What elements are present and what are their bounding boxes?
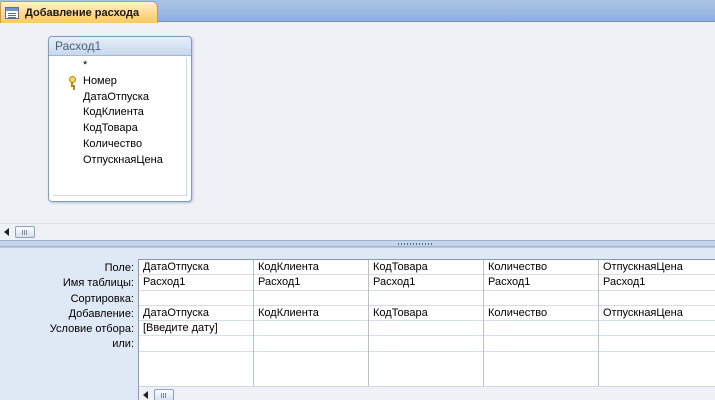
row-label-criteria: Условие отбора: [49, 323, 134, 336]
field-list-item[interactable]: Номер [53, 74, 186, 90]
cell-append[interactable]: Количество [484, 306, 598, 322]
scrollbar-thumb[interactable] [15, 226, 35, 238]
cell-criteria[interactable] [484, 321, 598, 337]
cell-or[interactable] [139, 336, 253, 352]
scrollbar-thumb[interactable] [154, 389, 174, 400]
cell-append[interactable]: КодТовара [369, 306, 483, 322]
cell-field[interactable]: ДатаОтпуска [139, 260, 253, 276]
cell-table[interactable]: Расход1 [139, 275, 253, 291]
cell-table[interactable]: Расход1 [599, 275, 715, 291]
cell-sort[interactable] [484, 291, 598, 306]
field-list-item[interactable]: * [53, 58, 186, 74]
cell-table[interactable]: Расход1 [369, 275, 483, 291]
grid-column: ОтпускнаяЦена Расход1 ОтпускнаяЦена [599, 260, 715, 386]
cell-append[interactable]: КодКлиента [254, 306, 368, 322]
query-icon [5, 6, 19, 19]
cell-or[interactable] [599, 336, 715, 352]
cell-sort[interactable] [369, 291, 483, 306]
grid-column: КодКлиента Расход1 КодКлиента [254, 260, 369, 386]
grid-column: ДатаОтпуска Расход1 ДатаОтпуска [Введите… [139, 260, 254, 386]
cell-append[interactable]: ОтпускнаяЦена [599, 306, 715, 322]
tab-label: Добавление расхода [25, 6, 140, 19]
field-list-item[interactable]: ОтпускнаяЦена [53, 153, 186, 169]
cell-criteria[interactable]: [Введите дату] [139, 321, 253, 337]
cell-or[interactable] [254, 336, 368, 352]
design-grid-scrollbar[interactable] [139, 386, 715, 400]
grid-column: Количество Расход1 Количество [484, 260, 599, 386]
grid-column: КодТовара Расход1 КодТовара [369, 260, 484, 386]
scroll-left-arrow-icon[interactable] [4, 228, 9, 236]
table-pane-scrollbar[interactable] [0, 223, 715, 240]
pane-splitter[interactable] [0, 240, 715, 247]
cell-sort[interactable] [254, 291, 368, 306]
cell-sort[interactable] [139, 291, 253, 306]
field-list-item[interactable]: КодТовара [53, 121, 186, 137]
row-label-sort: Сортировка: [70, 292, 134, 305]
row-label-table: Имя таблицы: [62, 277, 134, 290]
tab-append-query[interactable]: Добавление расхода [0, 1, 158, 23]
design-grid-pane: Поле: Имя таблицы: Сортировка: Добавлени… [0, 247, 715, 400]
cell-append[interactable]: ДатаОтпуска [139, 306, 253, 322]
cell-criteria[interactable] [254, 321, 368, 337]
cell-or[interactable] [484, 336, 598, 352]
grid-row-labels: Поле: Имя таблицы: Сортировка: Добавлени… [0, 261, 138, 353]
field-list-window[interactable]: Расход1 * Номер ДатаОтпуска КодКлиента К… [48, 36, 192, 202]
scroll-left-arrow-icon[interactable] [143, 391, 148, 399]
query-design-grid: ДатаОтпуска Расход1 ДатаОтпуска [Введите… [138, 259, 715, 400]
field-list-body: * Номер ДатаОтпуска КодКлиента КодТовара… [53, 58, 187, 196]
cell-criteria[interactable] [369, 321, 483, 337]
row-label-field: Поле: [104, 262, 134, 274]
field-list-item[interactable]: ДатаОтпуска [53, 90, 186, 106]
field-list-item[interactable]: Количество [53, 137, 186, 153]
field-list-title[interactable]: Расход1 [49, 37, 191, 56]
row-label-append: Добавление: [68, 307, 134, 320]
cell-table[interactable]: Расход1 [254, 275, 368, 291]
cell-sort[interactable] [599, 291, 715, 306]
splitter-grip[interactable] [398, 243, 434, 245]
row-label-or: или: [112, 338, 134, 351]
cell-or[interactable] [369, 336, 483, 352]
primary-key-icon [68, 75, 76, 87]
cell-field[interactable]: КодКлиента [254, 260, 368, 276]
field-list-item[interactable]: КодКлиента [53, 105, 186, 121]
cell-table[interactable]: Расход1 [484, 275, 598, 291]
cell-field[interactable]: Количество [484, 260, 598, 276]
table-pane: Расход1 * Номер ДатаОтпуска КодКлиента К… [0, 23, 715, 223]
document-tab-strip: Добавление расхода [0, 0, 715, 23]
cell-criteria[interactable] [599, 321, 715, 337]
cell-field[interactable]: ОтпускнаяЦена [599, 260, 715, 276]
cell-field[interactable]: КодТовара [369, 260, 483, 276]
